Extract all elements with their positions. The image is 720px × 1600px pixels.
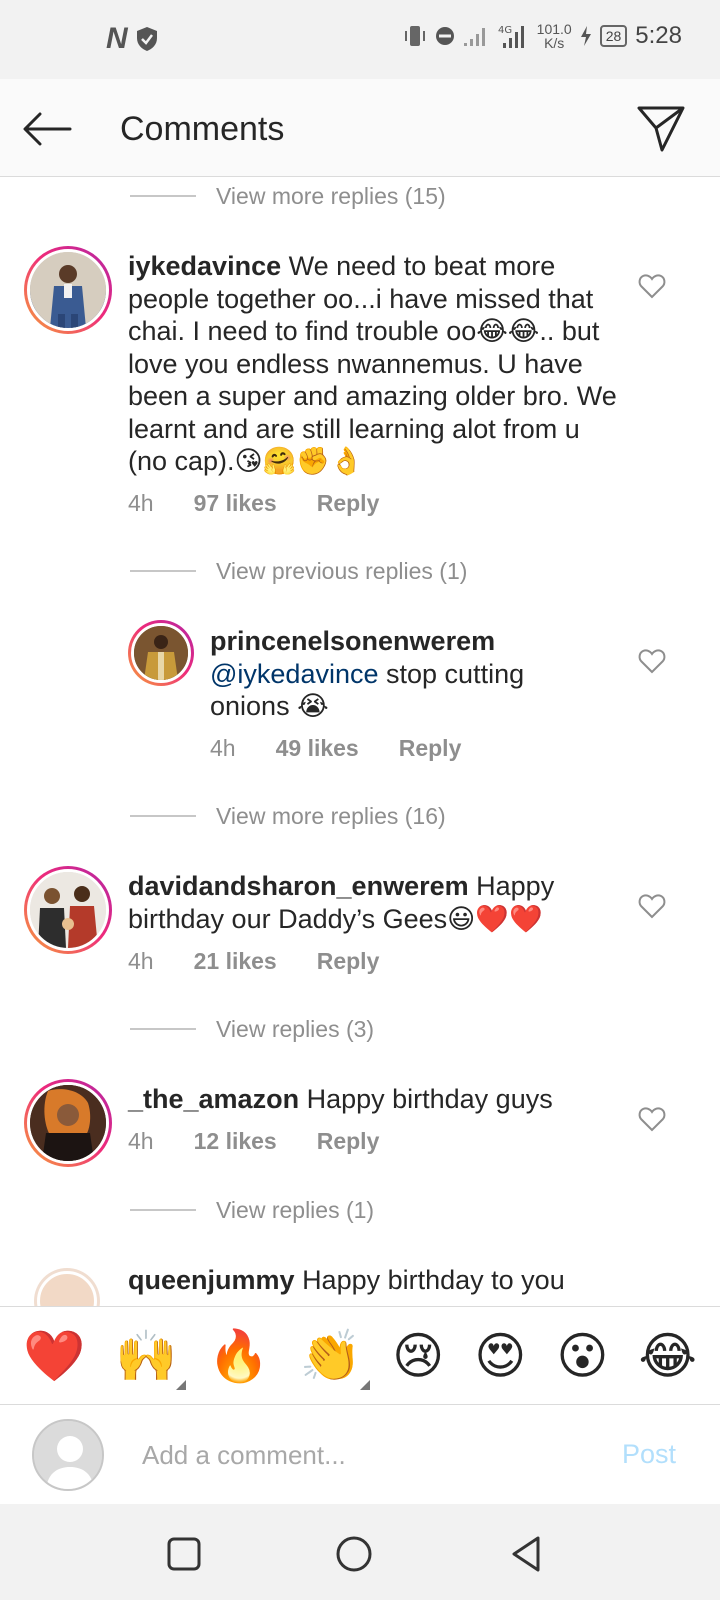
reply-button[interactable]: Reply [399,735,462,762]
svg-text:4G: 4G [498,25,512,36]
comment-username[interactable]: _the_amazon [128,1084,299,1114]
avatar-photo [30,1085,106,1161]
comment-username[interactable]: davidandsharon_enwerem [128,871,469,901]
send-icon[interactable] [636,104,686,154]
emoji-surprised-button[interactable]: 😮 [556,1328,608,1384]
avatar-photo [30,252,106,328]
reply-button[interactable]: Reply [317,1128,380,1155]
avatar[interactable] [24,246,112,334]
avatar[interactable] [34,1268,100,1306]
default-avatar-icon [34,1421,102,1489]
view-replies-label: View replies (1) [216,1196,375,1223]
status-bar: N 4G 101.0 K/s 28 5:28 [0,0,720,79]
charging-bolt-icon [580,26,591,46]
comment-likes[interactable]: 21 likes [194,948,277,975]
comment-meta: 4h 12 likes Reply [128,1128,379,1155]
reply-button[interactable]: Reply [317,948,380,975]
app-notification-letter: N [106,22,128,55]
comment-time: 4h [128,490,154,516]
clock: 5:28 [635,22,682,49]
comment-body: iykedavince We need to beat more people … [128,250,618,478]
battery-level: 28 [599,25,628,47]
divider-line [130,1028,196,1030]
vibrate-icon [404,26,425,46]
view-replies-label: View replies (3) [216,1015,375,1042]
view-replies-button[interactable]: View replies (1) [130,1195,374,1225]
user-avatar [32,1419,104,1491]
like-heart-icon[interactable] [638,648,666,674]
view-more-replies-button[interactable]: View more replies (15) [130,181,446,211]
comment-likes[interactable]: 97 likes [194,490,277,517]
comment-text: Happy birthday to you [302,1265,565,1295]
post-button[interactable]: Post [622,1439,676,1470]
recent-apps-icon[interactable] [164,1534,204,1574]
avatar[interactable] [24,866,112,954]
comment-username[interactable]: iykedavince [128,251,281,281]
emoji-fire-button[interactable]: 🔥 [208,1328,270,1384]
home-icon[interactable] [334,1534,374,1574]
comment-body: davidandsharon_enwerem Happy birthday ou… [128,870,608,935]
network-speed: 101.0 K/s [536,21,572,51]
signal-4g-icon: 4G [498,25,524,48]
like-heart-icon[interactable] [638,893,666,919]
divider-line [130,570,196,572]
comment-time: 4h [128,1128,154,1154]
comment-time: 4h [128,948,154,974]
comment-text: Happy birthday guys [306,1084,553,1114]
avatar[interactable] [24,1079,112,1167]
view-more-replies-label: View more replies (16) [216,802,446,829]
view-more-replies-label: View more replies (15) [216,182,446,209]
avatar-photo [30,872,106,948]
do-not-disturb-icon [435,27,454,45]
emoji-heart-eyes-button[interactable]: 😍 [474,1328,526,1384]
like-heart-icon[interactable] [638,1106,666,1132]
back-triangle-icon[interactable] [506,1534,546,1574]
comment-body: _the_amazon Happy birthday guys [128,1083,608,1116]
avatar-photo [134,626,188,680]
page-title: Comments [120,110,285,148]
view-previous-replies-label: View previous replies (1) [216,557,468,584]
reply-username[interactable]: princenelsonenwerem [210,625,610,658]
reply-meta: 4h 49 likes Reply [210,735,461,762]
reply-button[interactable]: Reply [317,490,380,517]
comment-meta: 4h 21 likes Reply [128,948,379,975]
like-heart-icon[interactable] [638,273,666,299]
view-replies-button[interactable]: View replies (3) [130,1014,374,1044]
comment-likes[interactable]: 12 likes [194,1128,277,1155]
emoji-laughing-button[interactable]: 😂 [639,1328,697,1384]
comments-feed[interactable]: View more replies (15) iykedavince We ne… [0,178,720,1306]
comment-username[interactable]: queenjummy [128,1265,295,1295]
system-nav-bar [0,1504,720,1600]
divider-line [130,815,196,817]
shield-check-icon [136,27,157,51]
emoji-clap-button[interactable]: 👏 [300,1328,371,1390]
comment-input[interactable] [142,1435,602,1475]
comment-composer: Post [0,1404,720,1504]
back-arrow-icon[interactable] [22,109,72,149]
comment-text: We need to beat more people together oo.… [128,251,617,476]
reply-time: 4h [210,735,236,761]
comment-meta: 4h 97 likes Reply [128,490,379,517]
comment-body: queenjummy Happy birthday to you [128,1264,608,1297]
avatar[interactable] [128,620,194,686]
view-more-replies-button[interactable]: View more replies (16) [130,801,446,831]
divider-line [130,1209,196,1211]
view-previous-replies-button[interactable]: View previous replies (1) [130,556,467,586]
reply-likes[interactable]: 49 likes [276,735,359,762]
divider-line [130,195,196,197]
emoji-crying-button[interactable]: 😢 [392,1328,444,1384]
emoji-heart-button[interactable]: ❤️ [23,1328,85,1384]
quick-emoji-bar: ❤️ 🙌 🔥 👏 😢 😍 😮 😂 [0,1306,720,1404]
mention-link[interactable]: @iykedavince [210,659,379,689]
signal-icon [463,28,485,46]
reply-body: princenelsonenwerem @iykedavince stop cu… [210,625,610,723]
emoji-raised-hands-button[interactable]: 🙌 [115,1328,186,1390]
top-app-bar: Comments [0,79,720,177]
